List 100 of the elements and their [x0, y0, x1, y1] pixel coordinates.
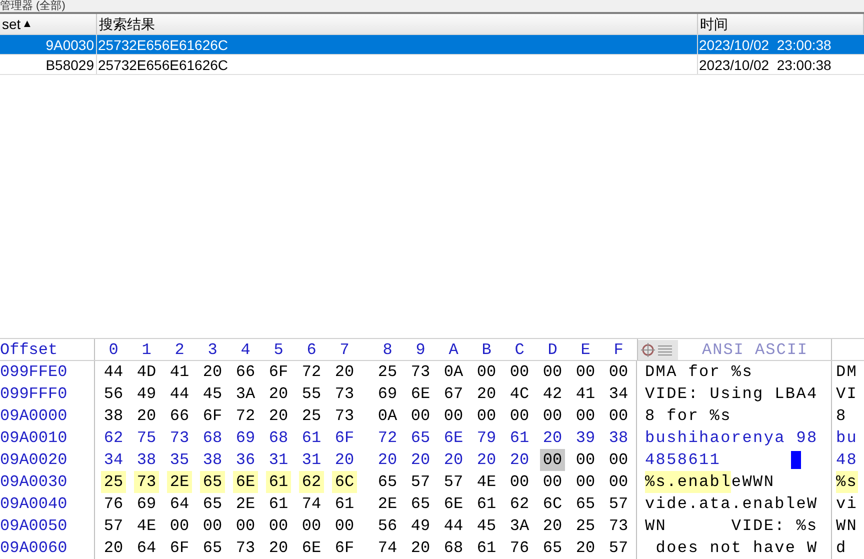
sort-indicator: ▲: [22, 16, 33, 32]
hex-byte: 20: [102, 538, 124, 559]
hex-byte: 57: [410, 472, 432, 493]
crosshair-list-icon[interactable]: [638, 340, 678, 360]
hex-byte: 00: [608, 406, 630, 427]
hex-byte: 65: [574, 494, 596, 515]
hex-byte: 61: [476, 538, 498, 559]
hex-byte: 38: [202, 450, 224, 471]
ascii-text: d: [836, 538, 847, 559]
hex-byte: 2E: [167, 471, 192, 493]
hex-byte: 62: [102, 428, 124, 449]
ascii-text: vide.ata.enableW: [645, 494, 818, 515]
column-header: 9: [414, 340, 426, 360]
hex-byte: 64: [168, 494, 190, 515]
hex-byte: 20: [202, 362, 224, 383]
column-header[interactable]: 时间: [698, 14, 864, 34]
hex-byte: 69: [234, 428, 256, 449]
hex-byte: 4C: [508, 384, 530, 405]
hex-byte: 20: [376, 450, 398, 471]
hex-byte: 6E: [233, 471, 258, 493]
hex-byte: 20: [268, 406, 290, 427]
ascii-text: VIDE: Using LBA4: [645, 384, 818, 405]
column-header: D: [546, 340, 558, 360]
table-cell: 9A0030: [0, 35, 97, 54]
hex-byte: 72: [300, 362, 322, 383]
ascii-text: WN: [836, 516, 858, 537]
hex-byte: 6F: [334, 428, 356, 449]
hex-byte: 73: [168, 428, 190, 449]
ascii-text: DM: [836, 362, 858, 383]
hex-byte: 6E: [410, 384, 432, 405]
column-header: B: [480, 340, 492, 360]
column-header: 8: [382, 340, 394, 360]
hex-byte: 0A: [376, 406, 398, 427]
hex-byte: 45: [202, 384, 224, 405]
result-row[interactable]: 9A0030 25732E656E61626C 2023/10/02 23:00:38: [0, 35, 864, 55]
offset-header: Offset: [0, 339, 95, 360]
hex-byte: 61: [266, 471, 291, 493]
offset-label: 09A0040: [0, 493, 95, 515]
hex-byte: 6C: [542, 494, 564, 515]
column-header: 1: [140, 340, 152, 360]
hex-byte: 20: [268, 538, 290, 559]
hex-byte: 57: [102, 516, 124, 537]
hex-byte: 38: [608, 428, 630, 449]
ascii-text: WN VIDE: %s: [645, 516, 818, 537]
ascii-text: does not have W: [654, 538, 818, 559]
column-header: 5: [272, 340, 284, 360]
hex-byte: 73: [134, 471, 159, 493]
hex-byte: 20: [334, 450, 356, 471]
ascii-text: bu: [836, 428, 858, 449]
hex-byte: 38: [136, 450, 158, 471]
hex-byte: 34: [608, 384, 630, 405]
hex-byte: 66: [234, 362, 256, 383]
hex-byte: 41: [168, 362, 190, 383]
hex-byte: 39: [574, 428, 596, 449]
ascii-text: vi: [836, 494, 858, 515]
hex-byte: 57: [442, 472, 464, 493]
hex-byte: 61: [476, 494, 498, 515]
hex-byte: 57: [608, 538, 630, 559]
hex-byte: 6F: [268, 362, 290, 383]
hex-byte: 61: [334, 494, 356, 515]
hex-byte: 65: [200, 471, 225, 493]
hex-byte: 65: [410, 494, 432, 515]
offset-label: 09A0000: [0, 405, 95, 427]
hex-byte: 44: [168, 384, 190, 405]
hex-byte: 25: [376, 362, 398, 383]
hex-byte: 65: [202, 494, 224, 515]
column-header[interactable]: set▲: [0, 14, 97, 34]
ascii-text: DMA for %s: [645, 362, 754, 383]
hex-byte: 00: [442, 406, 464, 427]
hex-byte: 72: [376, 428, 398, 449]
column-header: 7: [338, 340, 350, 360]
hex-byte: 68: [202, 428, 224, 449]
hex-byte: 76: [508, 538, 530, 559]
hex-byte: 00: [300, 516, 322, 537]
column-header: 3: [206, 340, 218, 360]
hex-byte: 20: [442, 450, 464, 471]
result-row[interactable]: B58029 25732E656E61626C 2023/10/02 23:00:38: [0, 55, 864, 75]
hex-byte: 00: [168, 516, 190, 537]
hex-byte: 62: [299, 471, 324, 493]
table-cell-text: 2023/10/02 23:00:38: [698, 36, 832, 54]
hex-byte: 49: [136, 384, 158, 405]
hex-byte: 6F: [334, 538, 356, 559]
hex-byte: 00: [476, 362, 498, 383]
offset-label: 09A0020: [0, 449, 95, 471]
hex-byte: 00: [542, 406, 564, 427]
hex-byte: 4E: [136, 516, 158, 537]
hex-byte: 69: [136, 494, 158, 515]
hex-byte: 00: [608, 472, 630, 493]
hex-byte: 3A: [234, 384, 256, 405]
column-header[interactable]: 搜索结果: [97, 14, 698, 34]
text-header: ANSI ASCII: [702, 340, 808, 360]
hex-byte: 00: [574, 450, 596, 471]
offset-label: 09A0030: [0, 471, 95, 493]
hex-byte: 65: [376, 472, 398, 493]
offset-label: 09A0010: [0, 427, 95, 449]
hex-byte: 38: [102, 406, 124, 427]
hex-byte: 00: [540, 449, 565, 471]
hex-byte: 00: [508, 406, 530, 427]
offset-label: 099FFF0: [0, 383, 95, 405]
column-header: 4: [240, 340, 252, 360]
